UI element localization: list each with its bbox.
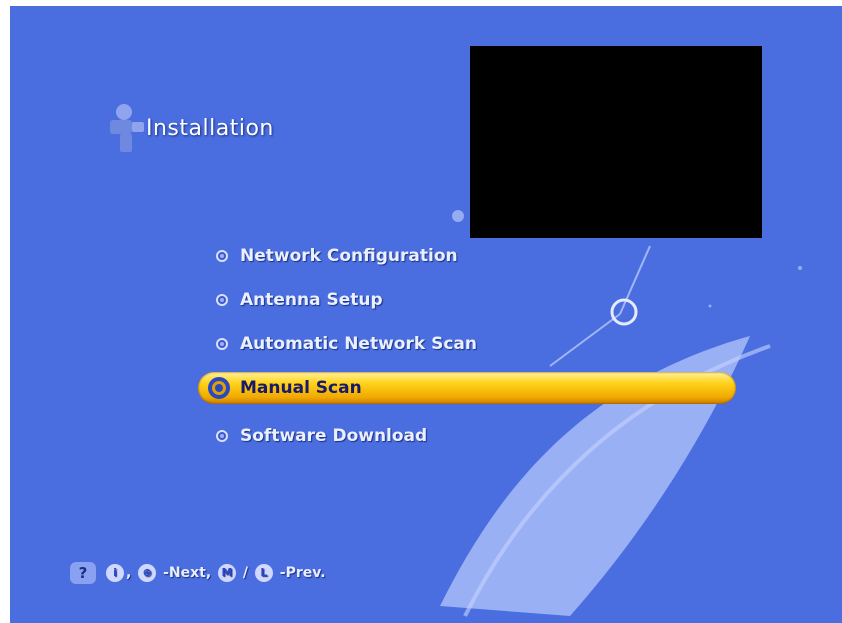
menu-item-label: Antenna Setup: [240, 290, 383, 310]
menu-item-label: Automatic Network Scan: [240, 334, 477, 354]
menu-item-software-download[interactable]: Software Download: [198, 418, 738, 454]
page-title: Installation: [146, 116, 274, 141]
bullet-icon: [216, 294, 228, 306]
menu-item-network-configuration[interactable]: Network Configuration: [198, 238, 738, 274]
menu-key-icon: M: [218, 564, 237, 582]
left-key-icon: L: [254, 564, 273, 582]
page-header: Installation: [102, 98, 362, 158]
info-key-icon: i: [106, 564, 124, 582]
navigation-hint-bar: ? i, ⊕ -Next, M / L -Prev.: [70, 562, 470, 586]
menu-item-label: Manual Scan: [240, 378, 362, 398]
menu-item-label: Software Download: [240, 426, 428, 446]
bullet-icon: [208, 377, 230, 399]
menu-item-manual-scan[interactable]: Manual Scan: [198, 370, 738, 406]
slash-text: /: [242, 565, 249, 581]
prev-hint-text: -Prev.: [279, 565, 326, 581]
menu-item-antenna-setup[interactable]: Antenna Setup: [198, 282, 738, 318]
ok-key-icon: ⊕: [138, 564, 157, 582]
bullet-icon: [216, 338, 228, 350]
bullet-icon: [216, 250, 228, 262]
help-icon: ?: [70, 562, 96, 584]
video-preview-window: [470, 46, 762, 238]
tv-screen: Installation Network Configuration Anten…: [10, 6, 842, 623]
navigation-hint: i, ⊕ -Next, M / L -Prev.: [104, 564, 326, 582]
menu-item-automatic-network-scan[interactable]: Automatic Network Scan: [198, 326, 738, 362]
next-hint-text: -Next,: [163, 565, 212, 581]
menu-item-label: Network Configuration: [240, 246, 458, 266]
bullet-icon: [216, 430, 228, 442]
